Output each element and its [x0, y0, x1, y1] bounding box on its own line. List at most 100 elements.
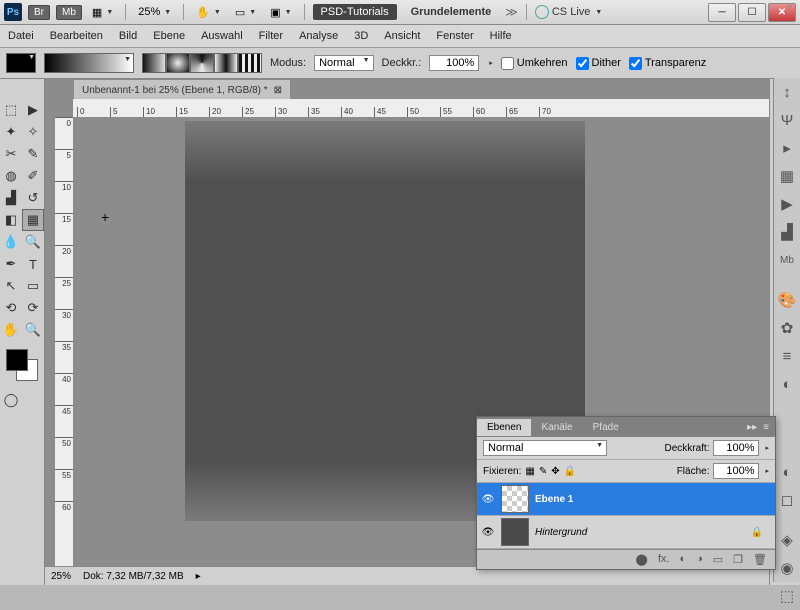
gradient-tool[interactable]: ▦ [22, 209, 44, 231]
zoom-tool[interactable]: 🔍 [22, 319, 44, 341]
diamond-gradient-button[interactable] [238, 53, 262, 73]
3d-tool[interactable]: ⟲ [0, 297, 22, 319]
mb-icon[interactable]: Mb [774, 246, 800, 274]
info-icon[interactable]: ◐ [774, 370, 800, 398]
lasso-tool[interactable]: ✦ [0, 121, 22, 143]
play-icon[interactable]: ▶ [774, 190, 800, 218]
shape-tool[interactable]: ▭ [22, 275, 44, 297]
hand-tool-dropdown[interactable]: ✋▼ [192, 5, 225, 20]
zoom-dropdown[interactable]: 25%▼ [134, 5, 175, 19]
arrange-dropdown[interactable]: ▭▼ [231, 5, 260, 20]
lock-transparency-icon[interactable]: ▦ [525, 466, 534, 477]
layer-blend-select[interactable]: Normal▼ [483, 440, 607, 456]
opacity-input[interactable]: 100% [429, 55, 479, 71]
brush-icon[interactable]: ▸ [774, 134, 800, 162]
menu-filter[interactable]: Filter [259, 30, 283, 42]
panel-menu-icon[interactable]: ≡ [763, 422, 769, 433]
transparenz-checkbox[interactable]: Transparenz [629, 57, 706, 70]
menu-hilfe[interactable]: Hilfe [490, 30, 512, 42]
link-layers-icon[interactable]: ⬤ [636, 553, 648, 566]
layer-name[interactable]: Hintergrund [535, 527, 587, 538]
delete-layer-icon[interactable]: 🗑 [753, 553, 767, 566]
marquee-tool[interactable]: ▶ [22, 99, 44, 121]
brush-tool[interactable]: ✐ [22, 165, 44, 187]
bridge-button[interactable]: Br [28, 5, 50, 20]
minibridge-button[interactable]: Mb [56, 5, 82, 20]
menu-datei[interactable]: Datei [8, 30, 34, 42]
history-brush-tool[interactable]: ↺ [22, 187, 44, 209]
radial-gradient-button[interactable] [166, 53, 190, 73]
layer-thumbnail[interactable] [501, 518, 529, 546]
layer-opacity-input[interactable]: 100% [713, 440, 759, 456]
status-zoom[interactable]: 25% [51, 571, 71, 582]
type-tool[interactable]: T [22, 253, 44, 275]
angle-gradient-button[interactable] [190, 53, 214, 73]
layers-dock-icon[interactable]: ◈ [774, 526, 800, 554]
move-tool[interactable]: ⬚ [0, 99, 22, 121]
path-tool[interactable]: ↖ [0, 275, 22, 297]
fx-icon[interactable]: fx. [658, 553, 670, 566]
panel-collapse-icon[interactable]: ▸▸ [747, 422, 757, 433]
screen-mode-dropdown[interactable]: ▣▼ [266, 5, 295, 20]
menu-analyse[interactable]: Analyse [299, 30, 338, 42]
layer-name[interactable]: Ebene 1 [535, 494, 573, 505]
view-extras-dropdown[interactable]: ▦▼ [88, 5, 117, 20]
lock-all-icon[interactable]: 🔒 [564, 466, 576, 477]
mask-icon[interactable]: ◐ [679, 553, 686, 566]
menu-3d[interactable]: 3D [354, 30, 368, 42]
swatches-icon[interactable]: 🎨 [774, 286, 800, 314]
eyedropper-tool[interactable]: ✎ [22, 143, 44, 165]
workspace-psd-tutorials[interactable]: PSD-Tutorials [313, 4, 397, 20]
hand-tool[interactable]: ✋ [0, 319, 22, 341]
workspace-grundelemente[interactable]: Grundelemente [403, 4, 500, 20]
group-icon[interactable]: ▭ [713, 553, 723, 566]
lock-pixels-icon[interactable]: ✎ [539, 466, 547, 477]
layer-row-hintergrund[interactable]: 👁 Hintergrund 🔒 [477, 516, 775, 549]
styles-icon[interactable]: ▦ [774, 162, 800, 190]
minimize-button[interactable]: ─ [708, 3, 736, 22]
history-icon[interactable]: ↕ [774, 78, 800, 106]
quickmask-button[interactable]: ◯ [0, 389, 22, 411]
layer-thumbnail[interactable] [501, 485, 529, 513]
fill-input[interactable]: 100% [713, 463, 759, 479]
adjustment-icon[interactable]: ◑ [696, 553, 703, 566]
eraser-tool[interactable]: ◧ [0, 209, 22, 231]
wand-tool[interactable]: ✧ [22, 121, 44, 143]
histogram-icon[interactable]: ◻ [774, 486, 800, 514]
tab-kanaele[interactable]: Kanäle [531, 419, 582, 436]
pen-tool[interactable]: ✒ [0, 253, 22, 275]
dither-checkbox[interactable]: Dither [576, 57, 621, 70]
dodge-tool[interactable]: 🔍 [22, 231, 44, 253]
visibility-icon[interactable]: 👁 [481, 494, 495, 505]
char-icon[interactable]: ✿ [774, 314, 800, 342]
color-swatches[interactable] [6, 349, 38, 381]
paths-dock-icon[interactable]: ⬚ [774, 582, 800, 610]
blend-mode-select[interactable]: Normal▼ [314, 55, 373, 71]
channels-dock-icon[interactable]: ◉ [774, 554, 800, 582]
menu-fenster[interactable]: Fenster [436, 30, 473, 42]
actions-icon[interactable]: Ψ [774, 106, 800, 134]
maximize-button[interactable]: ☐ [738, 3, 766, 22]
crop-tool[interactable]: ✂ [0, 143, 22, 165]
stamp2-icon[interactable]: ▟ [774, 218, 800, 246]
layer-row-ebene1[interactable]: 👁 Ebene 1 [477, 483, 775, 516]
tab-pfade[interactable]: Pfade [583, 419, 629, 436]
workspace-more-icon[interactable]: ≫ [505, 5, 518, 19]
tab-ebenen[interactable]: Ebenen [477, 419, 531, 436]
3d-camera-tool[interactable]: ⟳ [22, 297, 44, 319]
nav-icon[interactable]: ◐ [774, 458, 800, 486]
menu-auswahl[interactable]: Auswahl [201, 30, 243, 42]
tab-close-icon[interactable]: ⊠ [274, 85, 282, 96]
gradient-picker[interactable]: ▼ [44, 53, 134, 73]
cs-live-button[interactable]: CS Live▼ [535, 5, 602, 19]
linear-gradient-button[interactable] [142, 53, 166, 73]
healing-tool[interactable]: ◍ [0, 165, 22, 187]
menu-ansicht[interactable]: Ansicht [384, 30, 420, 42]
stamp-tool[interactable]: ▟ [0, 187, 22, 209]
lock-position-icon[interactable]: ✥ [551, 466, 559, 477]
menu-ebene[interactable]: Ebene [153, 30, 185, 42]
new-layer-icon[interactable]: ❐ [733, 553, 743, 566]
para-icon[interactable]: ≡ [774, 342, 800, 370]
reflected-gradient-button[interactable] [214, 53, 238, 73]
visibility-icon[interactable]: 👁 [481, 527, 495, 538]
